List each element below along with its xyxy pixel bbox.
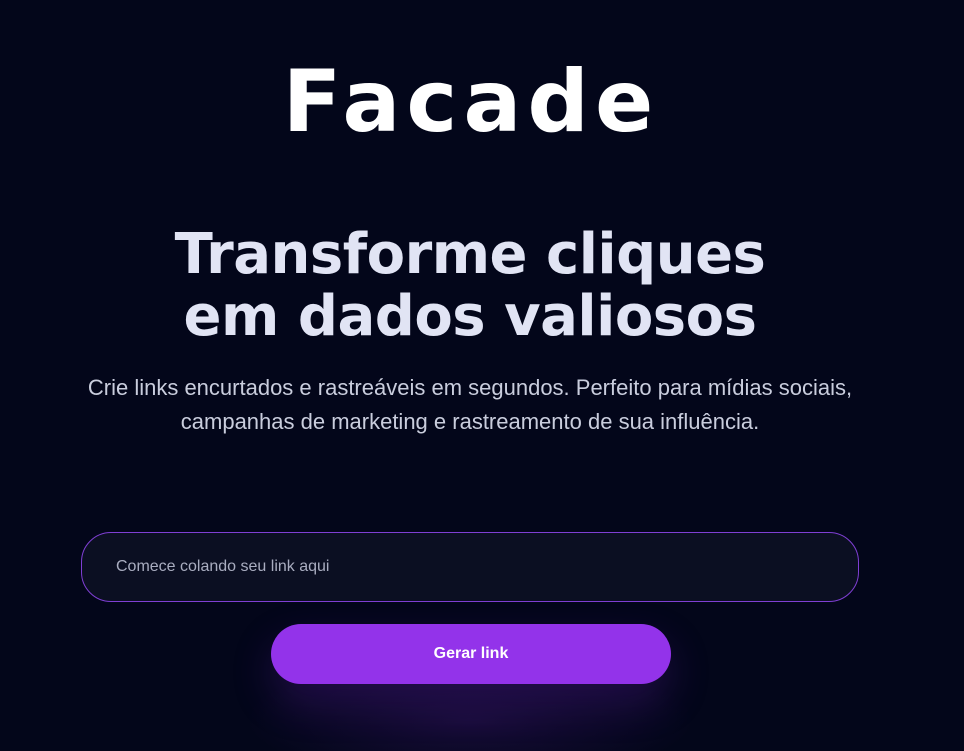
link-input-container xyxy=(81,532,859,602)
brand-logo: Facade xyxy=(0,52,964,152)
hero-subtitle: Crie links encurtados e rastreáveis em s… xyxy=(87,375,853,434)
landing-page: Facade Transforme cliques em dados valio… xyxy=(0,0,964,751)
link-input[interactable] xyxy=(116,533,816,601)
logo-text: Facade xyxy=(282,52,660,152)
hero-headline: Transforme cliques em dados valiosos xyxy=(174,222,766,349)
generate-link-button[interactable]: Gerar link xyxy=(271,624,671,684)
